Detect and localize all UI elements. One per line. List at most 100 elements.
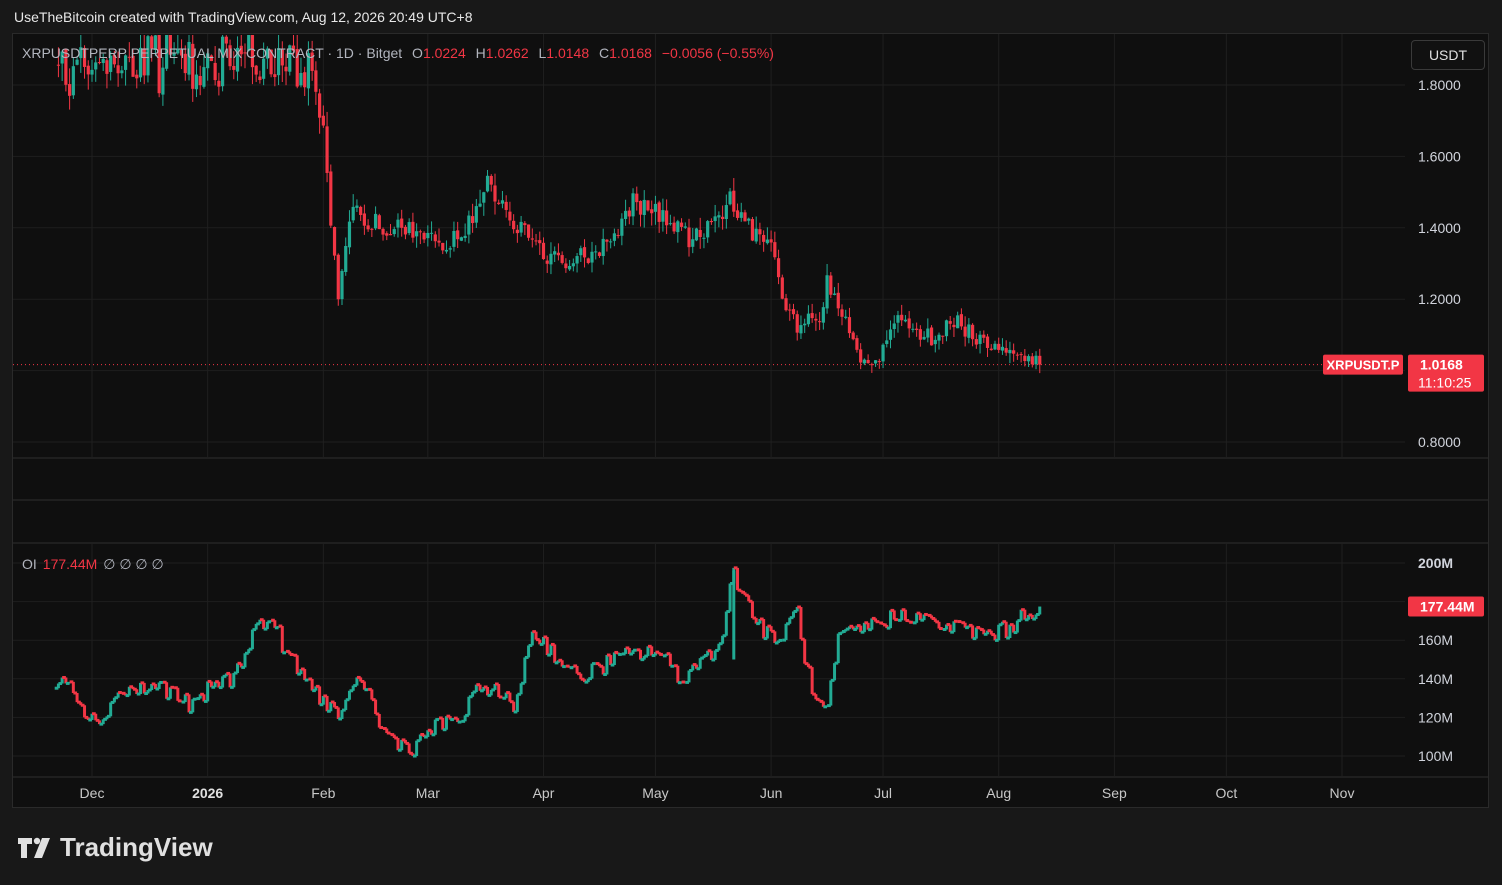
candle-body [676, 221, 680, 233]
candle-body [597, 252, 602, 256]
candle-body [851, 332, 855, 340]
candle-body [400, 218, 404, 228]
candle-body [194, 74, 199, 90]
candle-body [381, 228, 385, 235]
candle-body [474, 206, 478, 223]
candle-body [284, 66, 288, 72]
candle-body [885, 340, 889, 344]
candle-body [926, 328, 930, 338]
tradingview-logo-icon [18, 837, 50, 858]
candle-body [829, 275, 833, 295]
candle-body [519, 221, 523, 233]
candle-body [952, 324, 956, 328]
high-value: 1.0262 [485, 45, 529, 61]
candle-body [679, 222, 684, 227]
currency-button[interactable]: USDT [1411, 40, 1485, 70]
candle-body [937, 334, 941, 341]
candle-body [907, 318, 911, 329]
candle-body [485, 175, 490, 192]
brand-name: TradingView [60, 832, 213, 862]
price-tick-label: 1.8000 [1418, 77, 1461, 93]
candle-body [411, 221, 415, 238]
candle-body [86, 65, 90, 75]
candle-body [325, 126, 329, 173]
candle-body [650, 209, 654, 214]
chart-canvas[interactable]: Dec 2026 Feb Mar Apr May Jun Jul Aug Sep Oct Nov 1.8… [0, 0, 1502, 885]
candle-body [963, 326, 967, 337]
candle-body [590, 251, 594, 263]
candle-body [314, 70, 318, 92]
x-tick-label: 2026 [192, 785, 223, 801]
candle-body [803, 323, 807, 326]
candle-body [1015, 354, 1019, 356]
candle-body [355, 205, 359, 208]
candle-body [687, 227, 691, 248]
candle-body [1026, 356, 1031, 362]
open-label: O [412, 45, 423, 61]
symbol-title[interactable]: XRPUSDTPERP PERPETUAL MIX CONTRACT · 1D … [22, 45, 402, 61]
candle-body [497, 202, 501, 204]
x-tick-label: Jun [760, 785, 783, 801]
candle-body [504, 201, 508, 210]
candle-body [780, 277, 784, 299]
candle-body [56, 64, 61, 66]
candle-body [840, 309, 844, 317]
candle-body [568, 265, 572, 270]
candle-body [1004, 348, 1008, 353]
candle-body [806, 313, 811, 325]
candle-body [631, 193, 635, 217]
symbol-legend: XRPUSDTPERP PERPETUAL MIX CONTRACT · 1D … [22, 45, 774, 61]
candle-body [500, 200, 505, 204]
candle-body [105, 60, 109, 74]
candle-body [661, 210, 665, 222]
candle-body [717, 215, 721, 218]
candle-body [735, 210, 740, 218]
candle-body [373, 213, 378, 229]
candle-body [586, 258, 590, 263]
candle-body [571, 263, 575, 267]
candle-body [605, 239, 609, 242]
candle-body [732, 190, 736, 212]
candle-body [1008, 349, 1012, 354]
candle-body [956, 315, 960, 329]
candle-body [370, 228, 374, 230]
candle-body [698, 229, 702, 238]
candle-body [452, 230, 456, 247]
candle-body [855, 338, 859, 350]
candle-body [549, 253, 553, 265]
candle-body [788, 309, 792, 311]
candle-body [377, 215, 381, 230]
candle-body [1000, 346, 1005, 351]
candle-body [769, 239, 773, 243]
candle-body [799, 325, 803, 334]
candle-body [582, 247, 587, 258]
candle-body [336, 254, 340, 300]
candle-body [459, 237, 464, 241]
x-tick-label: Aug [986, 785, 1011, 801]
oi-name[interactable]: OI [22, 556, 37, 572]
candle-body [254, 65, 258, 75]
candle-body [396, 219, 400, 228]
candle-body [299, 72, 303, 86]
candle-body [213, 62, 217, 81]
candle-body [866, 359, 870, 364]
candle-body [795, 314, 799, 333]
candle-body [627, 210, 631, 217]
candle-body [739, 212, 743, 218]
candle-body [340, 270, 344, 300]
candle-body [273, 74, 277, 78]
candle-body [903, 319, 908, 322]
candle-body [609, 241, 613, 243]
x-tick-label: Dec [80, 785, 105, 801]
high-label: H [475, 45, 486, 61]
price-candles [56, 35, 1042, 374]
candle-body [157, 35, 161, 94]
candle-body [444, 249, 449, 252]
candle-body [743, 212, 747, 222]
candle-body [612, 233, 616, 241]
tradingview-brand[interactable]: TradingView [16, 832, 213, 863]
candle-body [918, 329, 922, 340]
candle-body [646, 200, 650, 211]
candle-body [1012, 350, 1016, 354]
candle-body [579, 248, 583, 256]
